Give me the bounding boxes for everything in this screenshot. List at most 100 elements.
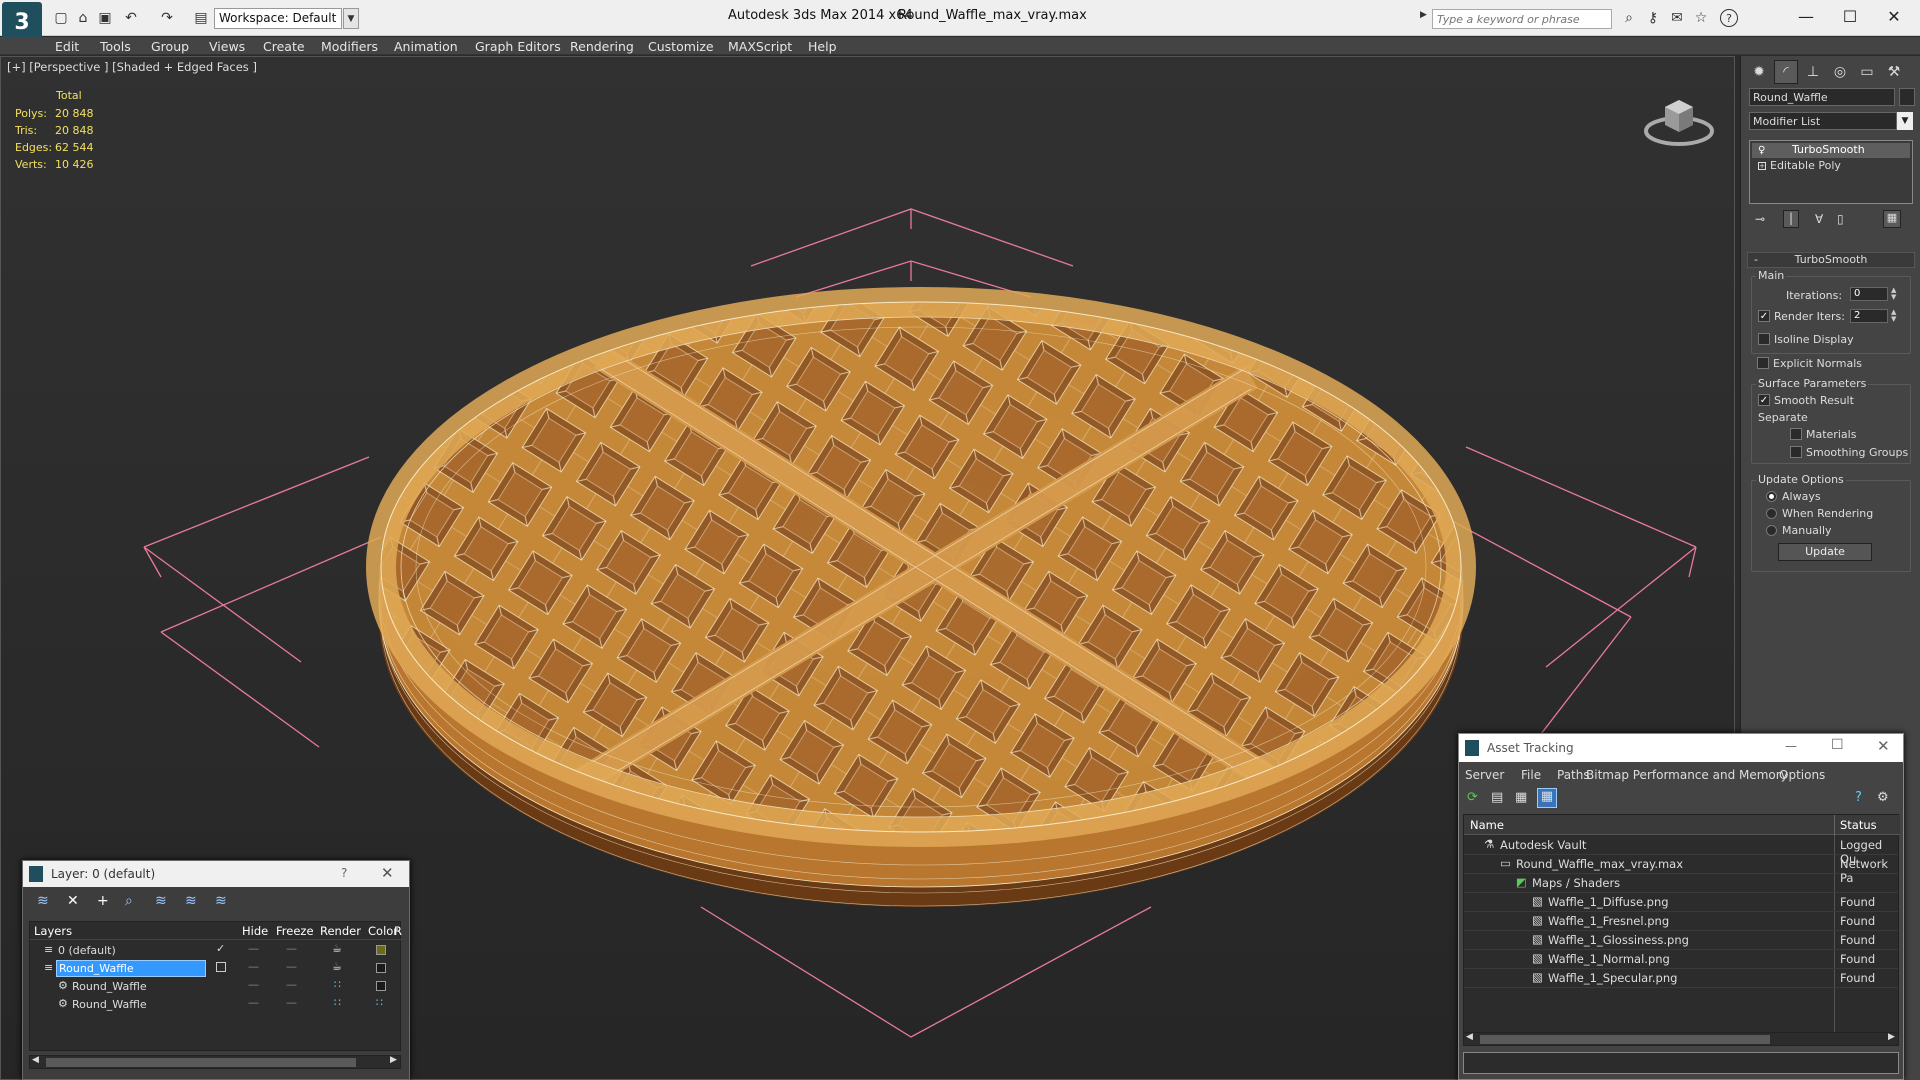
- materials-checkbox[interactable]: [1790, 428, 1802, 440]
- asset-row[interactable]: ▧ Waffle_1_Normal.png Found: [1464, 950, 1898, 969]
- asset-path-field[interactable]: [1463, 1052, 1899, 1074]
- hide-toggle[interactable]: —: [248, 960, 259, 973]
- col-status[interactable]: Status: [1840, 818, 1877, 832]
- menu-graph-editors[interactable]: Graph Editors: [475, 39, 561, 54]
- binoculars-icon[interactable]: ⌕: [1618, 8, 1640, 28]
- always-radio[interactable]: [1766, 491, 1777, 502]
- explicit-normals-checkbox[interactable]: [1757, 357, 1769, 369]
- menu-server[interactable]: Server: [1465, 768, 1504, 782]
- configure-modifier-sets-icon[interactable]: ▦: [1883, 210, 1901, 228]
- favorites-star-icon[interactable]: ☆: [1690, 8, 1712, 28]
- highlight-layer-icon[interactable]: ≋: [155, 893, 167, 909]
- smoothing-groups-checkbox[interactable]: [1790, 446, 1802, 458]
- keyword-search-input[interactable]: [1432, 9, 1612, 29]
- menu-file[interactable]: File: [1521, 768, 1541, 782]
- scroll-right-icon[interactable]: ▶: [390, 1055, 397, 1065]
- col-freeze[interactable]: Freeze: [276, 924, 314, 938]
- make-unique-icon[interactable]: ∀: [1815, 212, 1823, 226]
- settings-icon[interactable]: ⚙: [1877, 790, 1889, 805]
- minimize-icon[interactable]: —: [1788, 4, 1824, 28]
- tree-view-icon[interactable]: ▦: [1515, 790, 1527, 805]
- list-view-icon[interactable]: ▤: [1491, 790, 1503, 805]
- render-dots-icon[interactable]: ∷: [334, 996, 341, 1009]
- freeze-toggle[interactable]: —: [286, 996, 297, 1009]
- col-name[interactable]: Name: [1470, 818, 1504, 832]
- help-icon[interactable]: ?: [341, 866, 347, 880]
- workspace-dropdown[interactable]: Workspace: Default: [214, 8, 342, 29]
- scrollbar-thumb[interactable]: [1480, 1035, 1770, 1044]
- turbosmooth-rollout-header[interactable]: - TurboSmooth: [1747, 252, 1915, 268]
- scroll-left-icon[interactable]: ◀: [1466, 1032, 1473, 1042]
- maximize-icon[interactable]: ☐: [1832, 4, 1868, 28]
- menu-animation[interactable]: Animation: [394, 39, 458, 54]
- menu-tools[interactable]: Tools: [100, 39, 131, 54]
- close-icon[interactable]: ✕: [1876, 4, 1912, 28]
- modifier-list-dropdown[interactable]: Modifier List: [1749, 112, 1897, 130]
- set-current-layer-box[interactable]: [216, 962, 226, 972]
- scroll-right-icon[interactable]: ▶: [1888, 1032, 1895, 1042]
- hierarchy-tab-icon[interactable]: ⊥: [1801, 60, 1825, 84]
- layer-color-swatch[interactable]: [376, 981, 386, 991]
- color-dots-icon[interactable]: ∷: [376, 996, 383, 1009]
- col-radiosity[interactable]: R: [394, 924, 402, 938]
- minimize-icon[interactable]: —: [1785, 739, 1797, 753]
- save-file-icon[interactable]: ▣: [94, 8, 116, 28]
- remove-modifier-icon[interactable]: ▯: [1837, 212, 1844, 226]
- menu-help[interactable]: Help: [808, 39, 837, 54]
- object-color-swatch[interactable]: [1899, 88, 1915, 106]
- maximize-icon[interactable]: ☐: [1831, 737, 1844, 753]
- close-icon[interactable]: ✕: [1877, 737, 1890, 755]
- pin-stack-icon[interactable]: ⊸: [1755, 212, 1765, 226]
- object-name-field[interactable]: Round_Waffle: [1749, 88, 1895, 106]
- menu-paths[interactable]: Paths: [1557, 768, 1590, 782]
- asset-row[interactable]: ⚗ Autodesk Vault Logged Ou: [1464, 836, 1898, 866]
- hide-toggle[interactable]: —: [248, 942, 259, 955]
- iterations-spinner[interactable]: 0: [1850, 287, 1888, 301]
- render-iters-spinner[interactable]: 2: [1850, 309, 1888, 323]
- asset-row[interactable]: ◩ Maps / Shaders: [1464, 874, 1898, 893]
- modify-tab-icon[interactable]: ◜: [1774, 60, 1798, 84]
- undo-icon[interactable]: ↶: [120, 8, 142, 28]
- menu-rendering[interactable]: Rendering: [570, 39, 634, 54]
- smooth-result-checkbox[interactable]: ✓: [1758, 394, 1770, 406]
- isoline-display-checkbox[interactable]: [1758, 333, 1770, 345]
- select-objects-icon[interactable]: ⌕: [125, 893, 133, 909]
- freeze-toggle[interactable]: —: [286, 978, 297, 991]
- menu-group[interactable]: Group: [151, 39, 189, 54]
- teapot-render-icon[interactable]: ☕: [332, 960, 342, 973]
- menu-create[interactable]: Create: [263, 39, 305, 54]
- spinner-arrows-icon[interactable]: ▲ ▼: [1891, 309, 1896, 323]
- stack-item-turbosmooth[interactable]: TurboSmooth: [1752, 143, 1910, 158]
- asset-row[interactable]: ▧ Waffle_1_Fresnel.png Found: [1464, 912, 1898, 931]
- render-dots-icon[interactable]: ∷: [334, 978, 341, 991]
- refresh-icon[interactable]: ⟳: [1467, 790, 1478, 805]
- update-button[interactable]: Update: [1778, 543, 1872, 561]
- new-file-icon[interactable]: ▢: [50, 8, 72, 28]
- asset-tracking-titlebar[interactable]: Asset Tracking — ☐ ✕: [1459, 734, 1903, 762]
- layer-color-swatch[interactable]: [376, 963, 386, 973]
- asset-row[interactable]: ▭ Round_Waffle_max_vray.max Network Pa: [1464, 855, 1898, 885]
- display-tab-icon[interactable]: ▭: [1855, 60, 1879, 84]
- menu-customize[interactable]: Customize: [648, 39, 714, 54]
- asset-row[interactable]: ▧ Waffle_1_Diffuse.png Found: [1464, 893, 1898, 912]
- motion-tab-icon[interactable]: ◎: [1828, 60, 1852, 84]
- help-icon[interactable]: ?: [1855, 790, 1862, 805]
- scrollbar-thumb[interactable]: [46, 1058, 356, 1067]
- menu-edit[interactable]: Edit: [55, 39, 79, 54]
- stack-item-editable-poly[interactable]: Editable Poly: [1752, 159, 1910, 174]
- col-render[interactable]: Render: [320, 924, 361, 938]
- hide-toggle[interactable]: —: [248, 996, 259, 1009]
- spinner-arrows-icon[interactable]: ▲ ▼: [1891, 287, 1896, 301]
- menu-bitmap-performance[interactable]: Bitmap Performance and Memory: [1586, 768, 1788, 782]
- freeze-all-layers-icon[interactable]: ≋: [215, 893, 227, 909]
- freeze-toggle[interactable]: —: [286, 942, 297, 955]
- menu-options[interactable]: Options: [1779, 768, 1825, 782]
- chevron-down-icon[interactable]: ▼: [1897, 112, 1913, 130]
- add-to-layer-icon[interactable]: +: [97, 893, 109, 909]
- table-view-icon[interactable]: ▦: [1537, 788, 1557, 808]
- close-icon[interactable]: ✕: [381, 864, 394, 882]
- layer-horizontal-scrollbar[interactable]: ◀ ▶: [29, 1055, 401, 1069]
- asset-horizontal-scrollbar[interactable]: ◀ ▶: [1463, 1032, 1899, 1046]
- when-rendering-radio[interactable]: [1766, 508, 1777, 519]
- lightbulb-icon[interactable]: ♀: [1758, 145, 1765, 156]
